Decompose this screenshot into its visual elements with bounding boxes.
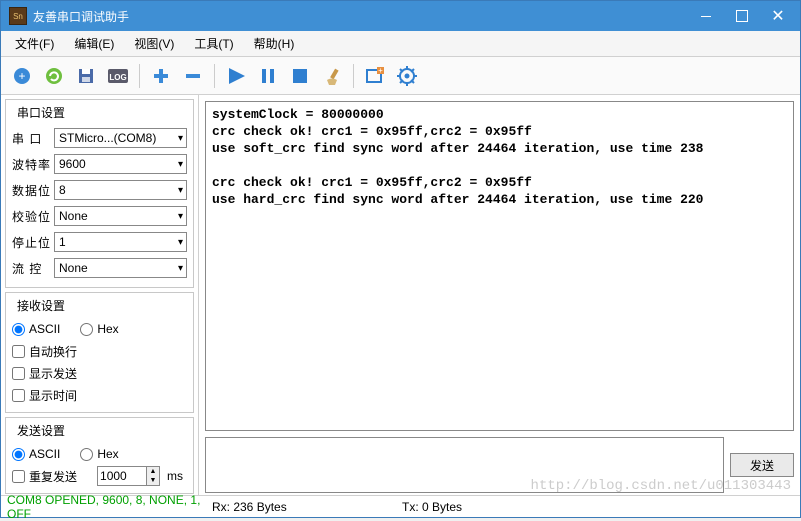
titlebar: Sn 友善串口调试助手 ✕ xyxy=(1,1,800,31)
toolbar-separator xyxy=(353,64,354,88)
flow-label: 流 控 xyxy=(12,260,54,277)
toolbar: + LOG + xyxy=(1,57,800,95)
send-settings-group: 发送设置 ASCII Hex 重复发送 ▲▼ ms xyxy=(5,417,194,494)
menu-tools[interactable]: 工具(T) xyxy=(184,31,243,56)
left-panel: 串口设置 串 口STMicro...(COM8) 波特率9600 数据位8 校验… xyxy=(1,95,199,495)
stop-icon[interactable] xyxy=(285,61,315,91)
recv-hex-radio[interactable]: Hex xyxy=(80,322,118,336)
repeat-send-checkbox[interactable]: 重复发送 xyxy=(12,468,77,485)
add-icon[interactable] xyxy=(146,61,176,91)
recv-settings-legend: 接收设置 xyxy=(14,297,68,314)
stopbits-select[interactable]: 1 xyxy=(54,232,187,252)
port-label: 串 口 xyxy=(12,130,54,147)
databits-select[interactable]: 8 xyxy=(54,180,187,200)
send-button[interactable]: 发送 xyxy=(730,453,794,477)
window-title: 友善串口调试助手 xyxy=(33,8,684,25)
send-hex-radio[interactable]: Hex xyxy=(80,447,118,461)
recv-ascii-radio[interactable]: ASCII xyxy=(12,322,60,336)
spin-up-icon[interactable]: ▲ xyxy=(147,467,159,476)
menu-help[interactable]: 帮助(H) xyxy=(244,31,305,56)
serial-settings-group: 串口设置 串 口STMicro...(COM8) 波特率9600 数据位8 校验… xyxy=(5,99,194,288)
svg-text:+: + xyxy=(378,66,383,75)
settings-icon[interactable] xyxy=(392,61,422,91)
toolbar-separator xyxy=(214,64,215,88)
parity-label: 校验位 xyxy=(12,208,54,225)
port-select[interactable]: STMicro...(COM8) xyxy=(54,128,187,148)
status-connection: COM8 OPENED, 9600, 8, NONE, 1, OFF xyxy=(7,493,212,521)
menu-view[interactable]: 视图(V) xyxy=(124,31,184,56)
send-settings-legend: 发送设置 xyxy=(14,422,68,439)
log-icon[interactable]: LOG xyxy=(103,61,133,91)
menubar: 文件(F) 编辑(E) 视图(V) 工具(T) 帮助(H) xyxy=(1,31,800,57)
toolbar-separator xyxy=(139,64,140,88)
pause-icon[interactable] xyxy=(253,61,283,91)
remove-icon[interactable] xyxy=(178,61,208,91)
main-area: 串口设置 串 口STMicro...(COM8) 波特率9600 数据位8 校验… xyxy=(1,95,800,495)
app-window: Sn 友善串口调试助手 ✕ 文件(F) 编辑(E) 视图(V) 工具(T) 帮助… xyxy=(0,0,801,518)
output-textarea[interactable]: systemClock = 80000000 crc check ok! crc… xyxy=(205,101,794,431)
autowrap-checkbox[interactable]: 自动换行 xyxy=(12,343,77,360)
baud-select[interactable]: 9600 xyxy=(54,154,187,174)
status-tx: Tx: 0 Bytes xyxy=(402,500,794,514)
send-ascii-radio[interactable]: ASCII xyxy=(12,447,60,461)
send-input[interactable] xyxy=(205,437,724,493)
play-icon[interactable] xyxy=(221,61,251,91)
interval-unit: ms xyxy=(167,469,183,483)
statusbar: COM8 OPENED, 9600, 8, NONE, 1, OFF Rx: 2… xyxy=(1,495,800,517)
showsend-checkbox[interactable]: 显示发送 xyxy=(12,365,77,382)
app-icon: Sn xyxy=(9,7,27,25)
interval-input[interactable] xyxy=(97,466,147,486)
showtime-checkbox[interactable]: 显示时间 xyxy=(12,387,77,404)
save-icon[interactable] xyxy=(71,61,101,91)
svg-text:+: + xyxy=(18,69,25,83)
new-window-icon[interactable]: + xyxy=(360,61,390,91)
baud-label: 波特率 xyxy=(12,156,54,173)
serial-settings-legend: 串口设置 xyxy=(14,104,68,121)
interval-spinner[interactable]: ▲▼ xyxy=(97,466,160,486)
connect-icon[interactable]: + xyxy=(7,61,37,91)
svg-text:LOG: LOG xyxy=(109,73,126,82)
refresh-icon[interactable] xyxy=(39,61,69,91)
recv-settings-group: 接收设置 ASCII Hex 自动换行 显示发送 显示时间 xyxy=(5,292,194,413)
parity-select[interactable]: None xyxy=(54,206,187,226)
status-rx: Rx: 236 Bytes xyxy=(212,500,402,514)
right-panel: systemClock = 80000000 crc check ok! crc… xyxy=(199,95,800,495)
flow-select[interactable]: None xyxy=(54,258,187,278)
databits-label: 数据位 xyxy=(12,182,54,199)
stopbits-label: 停止位 xyxy=(12,234,54,251)
menu-edit[interactable]: 编辑(E) xyxy=(64,31,124,56)
close-button[interactable]: ✕ xyxy=(756,1,800,31)
clear-icon[interactable] xyxy=(317,61,347,91)
menu-file[interactable]: 文件(F) xyxy=(5,31,64,56)
spin-down-icon[interactable]: ▼ xyxy=(147,476,159,485)
